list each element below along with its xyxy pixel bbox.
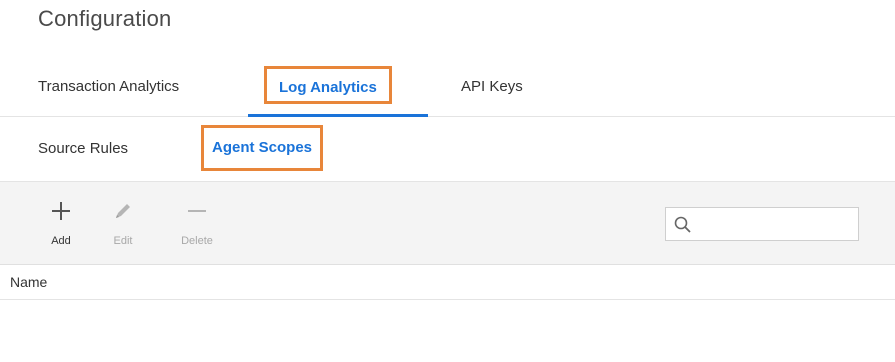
plus-icon xyxy=(31,196,91,226)
delete-button-label: Delete xyxy=(181,235,213,247)
column-header-name[interactable]: Name xyxy=(10,265,47,299)
search-input[interactable] xyxy=(696,212,855,238)
subtab-agent-scopes-label: Agent Scopes xyxy=(201,125,324,171)
add-button[interactable]: Add xyxy=(31,182,91,264)
tab-api-keys[interactable]: API Keys xyxy=(461,58,523,116)
edit-button-label: Edit xyxy=(113,235,133,247)
tab-log-analytics[interactable]: Log Analytics xyxy=(248,58,428,117)
minus-icon xyxy=(167,196,227,226)
page-title: Configuration xyxy=(38,6,172,31)
subtab-source-rules[interactable]: Source Rules xyxy=(38,117,128,181)
table-header: Name xyxy=(0,265,895,300)
pencil-icon xyxy=(93,196,153,226)
secondary-tabs: Source Rules Agent Scopes xyxy=(0,117,895,182)
primary-tabs: Transaction Analytics Log Analytics API … xyxy=(0,58,895,117)
delete-button[interactable]: Delete xyxy=(167,182,227,264)
tab-transaction-analytics[interactable]: Transaction Analytics xyxy=(38,58,179,116)
edit-button[interactable]: Edit xyxy=(93,182,153,264)
search-box[interactable] xyxy=(665,207,859,241)
search-icon xyxy=(673,215,693,235)
tab-log-analytics-label: Log Analytics xyxy=(264,66,392,104)
configuration-page: Configuration Transaction Analytics Log … xyxy=(0,0,895,362)
add-button-label: Add xyxy=(51,235,71,247)
